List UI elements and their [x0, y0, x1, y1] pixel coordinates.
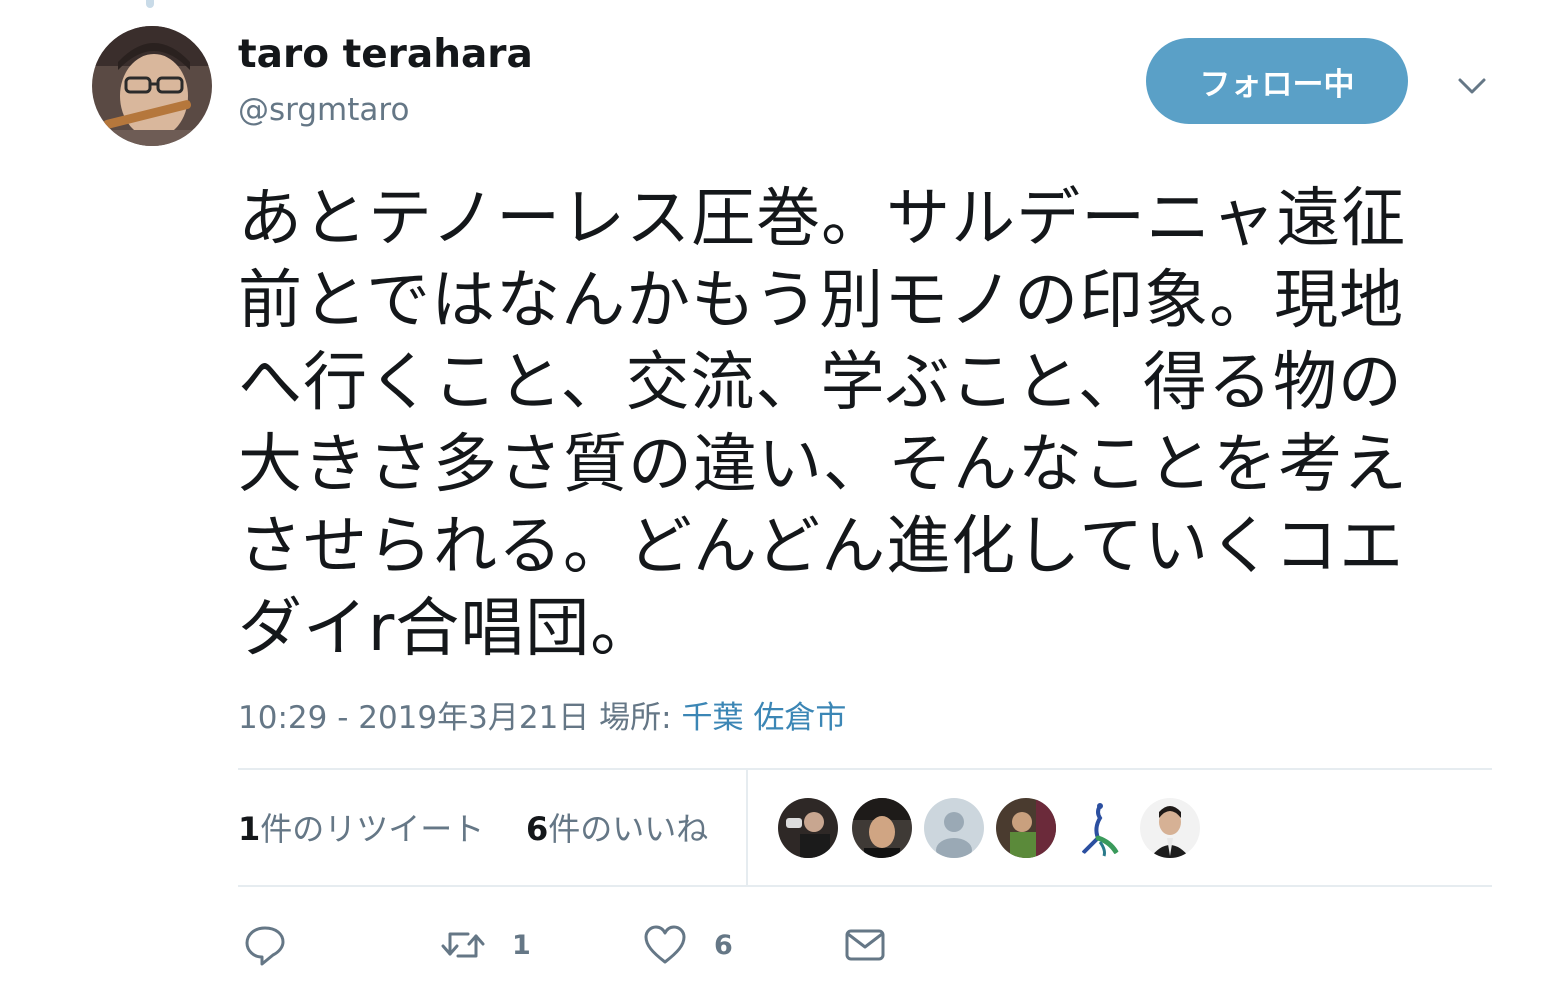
like-count: 6: [714, 929, 733, 961]
likes-label: 件のいいね: [548, 810, 709, 848]
place-label: 場所:: [599, 700, 672, 736]
user-handle[interactable]: @srgmtaro: [238, 92, 409, 128]
direct-message-button[interactable]: [842, 920, 888, 970]
retweet-button[interactable]: 1: [440, 920, 531, 970]
user-avatar[interactable]: [92, 26, 212, 146]
liker-avatar-4[interactable]: [996, 798, 1056, 858]
tweet-meta: 10:29 - 2019年3月21日 場所: 千葉 佐倉市: [238, 692, 846, 737]
reply-icon: [242, 922, 288, 968]
retweet-count: 1: [512, 929, 531, 961]
tweet-line: させられる。どんどん進化していくコエ: [238, 510, 1405, 584]
display-name[interactable]: taro terahara: [238, 32, 533, 77]
liker-avatar-3-default[interactable]: [924, 798, 984, 858]
heart-icon: [642, 922, 688, 968]
envelope-icon: [842, 922, 888, 968]
reply-button[interactable]: [242, 920, 288, 970]
retweet-icon: [440, 922, 486, 968]
retweets-count: 1: [238, 810, 261, 848]
place-link[interactable]: 千葉 佐倉市: [681, 700, 846, 736]
like-button[interactable]: 6: [642, 920, 733, 970]
likes-count: 6: [526, 810, 549, 848]
tweet-line: 大きさ多さ質の違い、そんなことを考え: [238, 428, 1408, 502]
tweet-line: ダイr合唱団。: [238, 592, 656, 666]
divider: [238, 885, 1492, 887]
liker-avatar-2[interactable]: [852, 798, 912, 858]
tweet-timestamp[interactable]: 10:29 - 2019年3月21日: [238, 700, 589, 736]
liker-avatar-6[interactable]: [1140, 798, 1200, 858]
retweets-stat[interactable]: 1件のリツイート: [238, 804, 484, 850]
divider: [238, 768, 1492, 770]
tweet-text: あとテノーレス圧巻。サルデーニャ遠征 前とではなんかもう別モノの印象。現地 へ行…: [238, 178, 1498, 670]
retweets-label: 件のリツイート: [260, 810, 485, 848]
stats-divider: [746, 770, 748, 886]
following-button[interactable]: フォロー中: [1146, 38, 1408, 124]
tweet-line: 前とではなんかもう別モノの印象。現地: [238, 264, 1405, 338]
tweet-line: あとテノーレス圧巻。サルデーニャ遠征: [238, 182, 1407, 256]
thread-connector: [146, 0, 154, 8]
liker-avatar-1[interactable]: [778, 798, 838, 858]
tweet-line: へ行くこと、交流、学ぶこと、得る物の: [238, 346, 1403, 420]
liker-avatar-5-peacock[interactable]: [1070, 798, 1130, 858]
likes-stat[interactable]: 6件のいいね: [526, 804, 708, 850]
chevron-down-icon[interactable]: [1452, 66, 1492, 106]
